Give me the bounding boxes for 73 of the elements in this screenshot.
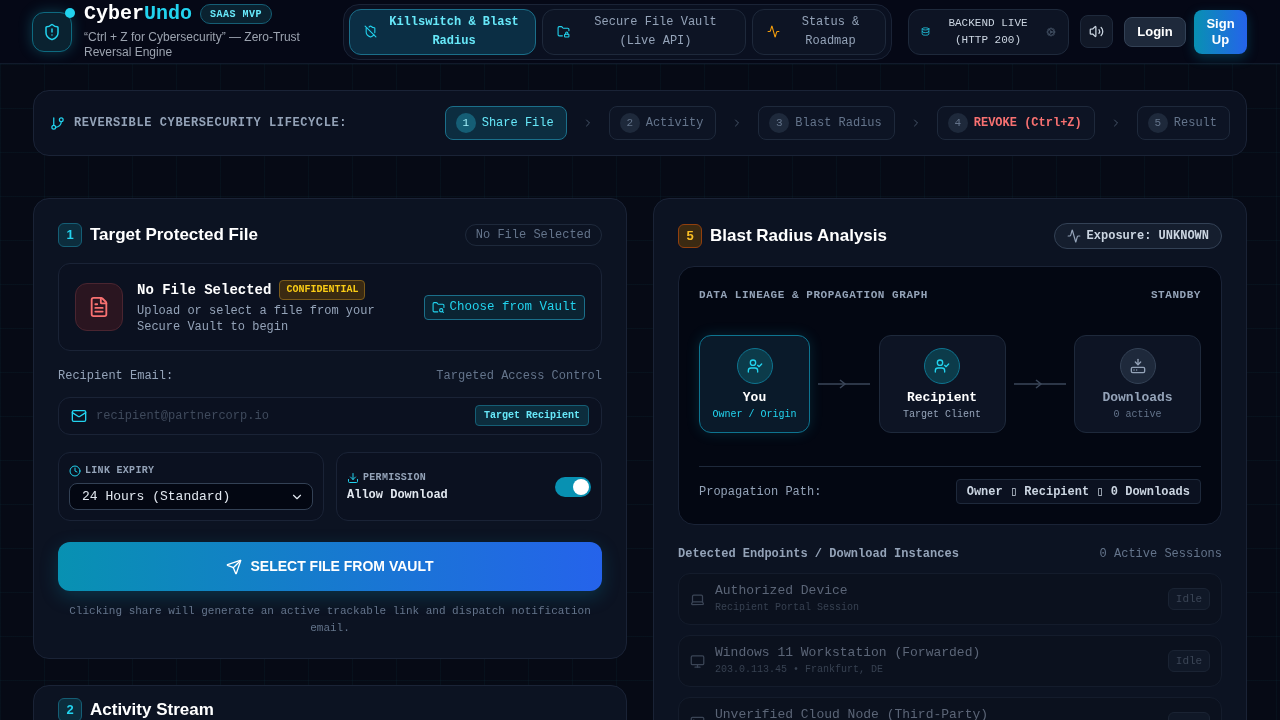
plan-badge: SAAS MVP xyxy=(200,4,273,24)
download-toggle[interactable] xyxy=(555,476,591,497)
step-number: 5 xyxy=(1147,113,1168,133)
step-number: 3 xyxy=(769,113,790,133)
folder-lock-icon xyxy=(557,25,570,38)
clock-icon xyxy=(69,465,81,477)
permission-label: PERMISSION xyxy=(363,471,426,484)
login-button[interactable]: Login xyxy=(1124,16,1186,47)
pulse-icon xyxy=(1066,229,1081,243)
section-title: Activity Stream xyxy=(90,700,214,720)
select-file-button[interactable]: SELECT FILE FROM VAULT xyxy=(58,542,602,591)
brand-name: CyberUndo xyxy=(84,3,193,25)
file-name: No File Selected xyxy=(137,280,272,299)
share-note: Clicking share will generate an active trackable link and dispatch notification email. xyxy=(68,604,592,636)
session-count: 0 Active Sessions xyxy=(1099,547,1222,561)
target-recipient-tag: Target Recipient xyxy=(475,405,589,426)
path-label: Propagation Path: xyxy=(699,483,822,501)
send-icon xyxy=(226,558,243,575)
access-control-hint: Targeted Access Control xyxy=(436,369,602,383)
nav-tab[interactable]: Secure File Vault (Live API) xyxy=(542,8,746,55)
shield-logo-icon xyxy=(32,11,72,52)
lifecycle-step[interactable]: 2 Activity xyxy=(608,106,717,140)
endpoint-name: Authorized Device xyxy=(715,583,849,599)
section-title: Target Protected File xyxy=(90,225,258,245)
mail-icon xyxy=(71,408,87,424)
lifecycle-step[interactable]: 4 REVOKE (Ctrl+Z) xyxy=(936,106,1095,140)
backend-status-text: BACKEND LIVE (HTTP 200) xyxy=(947,15,1029,48)
section-title: Blast Radius Analysis xyxy=(710,226,887,246)
lifecycle-title: REVERSIBLE CYBERSECURITY LIFECYCLE: xyxy=(74,115,348,132)
download-icon xyxy=(347,471,359,484)
step-number: 2 xyxy=(619,113,640,133)
nav-tab[interactable]: Killswitch & Blast Radius xyxy=(349,8,536,55)
speaker-icon xyxy=(1089,24,1104,39)
tagline: “Ctrl + Z for Cybersecurity” — Zero-Trust Reversal Engine xyxy=(84,30,301,60)
gear-icon xyxy=(1046,26,1056,37)
node-name: Recipient xyxy=(906,391,978,405)
exposure-text: Exposure: UNKNOWN xyxy=(1086,228,1209,245)
node-role: 0 active xyxy=(1113,409,1162,421)
node-role: Target Client xyxy=(903,409,981,421)
nav-tab[interactable]: Status & Roadmap xyxy=(752,8,886,55)
section-number: 5 xyxy=(678,224,702,248)
endpoint-name: Windows 11 Workstation (Forwarded) xyxy=(715,645,981,661)
section-number: 2 xyxy=(58,698,82,720)
path-readout: Owner ▯ Recipient ▯ 0 Downloads xyxy=(955,479,1201,504)
pulse-icon xyxy=(767,25,780,38)
graph-title: DATA LINEAGE & PROPAGATION GRAPH xyxy=(699,289,928,301)
graph-status: STANDBY xyxy=(1150,289,1201,301)
step-number: 4 xyxy=(947,113,968,133)
lifecycle-step[interactable]: 1 Share File xyxy=(444,106,567,140)
shield-off-icon xyxy=(364,25,377,38)
laptop-icon xyxy=(690,591,705,607)
section-number: 1 xyxy=(58,223,82,247)
recipient-label: Recipient Email: xyxy=(58,369,174,383)
permission-value: Allow Download xyxy=(347,487,448,502)
expiry-select[interactable]: 24 Hours (Standard) xyxy=(69,483,313,510)
endpoints-title: Detected Endpoints / Download Instances xyxy=(678,547,959,561)
signup-button[interactable]: Sign Up xyxy=(1194,9,1247,54)
endpoint-name: Unverified Cloud Node (Third-Party) xyxy=(715,707,989,720)
branch-icon xyxy=(50,115,65,131)
node-role: Owner / Origin xyxy=(712,409,797,421)
file-description: Upload or select a file from your Secure Vault to begin xyxy=(137,302,376,335)
folder-search-icon xyxy=(432,300,446,314)
file-icon xyxy=(75,283,123,331)
confidential-tag: CONFIDENTIAL xyxy=(279,279,366,300)
step-number: 1 xyxy=(455,113,476,133)
node-name: You xyxy=(742,391,767,405)
lifecycle-step[interactable]: 5 Result xyxy=(1136,106,1230,140)
monitor-icon xyxy=(690,653,705,669)
node-name: Downloads xyxy=(1102,391,1173,405)
lifecycle-step[interactable]: 3 Blast Radius xyxy=(758,106,895,140)
sound-button[interactable] xyxy=(1080,15,1113,48)
expiry-label: LINK EXPIRY xyxy=(85,465,155,477)
choose-vault-button[interactable]: Choose from Vault xyxy=(424,294,585,320)
